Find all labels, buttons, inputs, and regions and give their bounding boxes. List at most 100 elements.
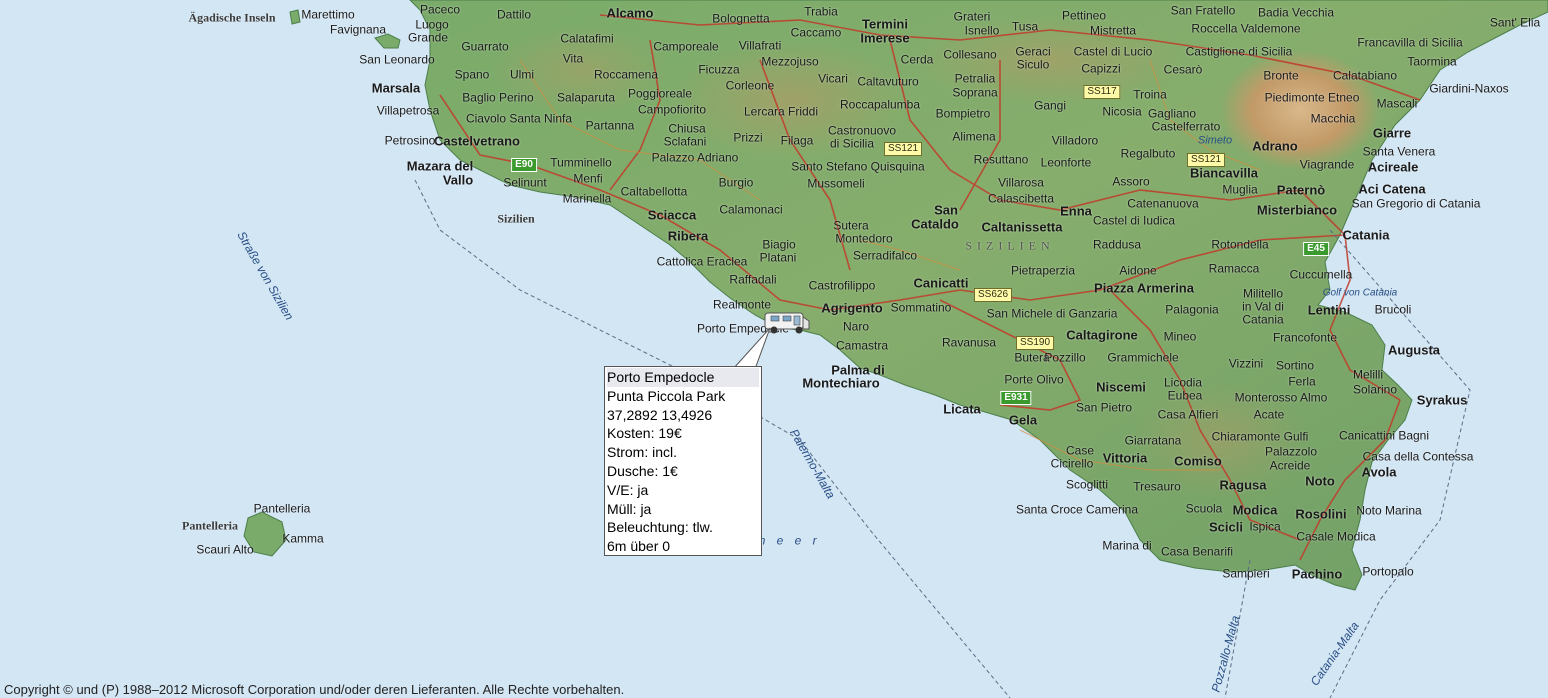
town-label: Pietraperzia — [1010, 263, 1076, 278]
town-label: Cattolica Eraclea — [656, 254, 748, 269]
road-shield: SS121 — [883, 142, 923, 156]
town-label: Montedoro — [835, 231, 893, 246]
town-label: Vizzini — [1228, 356, 1264, 371]
town-label: Spano — [454, 67, 490, 82]
city-label: Pachino — [1291, 566, 1343, 582]
town-label: Castelferrato — [1151, 119, 1221, 134]
town-label: Bronte — [1263, 68, 1299, 83]
island-label-aegadian: Ägadische Inseln — [188, 10, 276, 25]
town-label: Castel di Lucio — [1073, 44, 1153, 59]
town-label: Eubea — [1167, 388, 1203, 403]
town-label: Grande — [407, 30, 449, 45]
town-label: Melilli — [1353, 367, 1383, 382]
town-label: Prizzi — [733, 130, 763, 145]
town-label: Poggioreale — [627, 86, 693, 101]
marettimo-island — [289, 9, 301, 25]
town-label: Casale Modica — [1296, 529, 1376, 544]
town-label: Catenanuova — [1127, 196, 1199, 211]
town-label: Roccamena — [593, 67, 659, 82]
city-label: Mazara del — [406, 158, 474, 174]
city-label: Comiso — [1174, 453, 1222, 469]
town-label: Solarino — [1352, 382, 1398, 397]
town-label: Monterosso Almo — [1234, 390, 1328, 405]
city-label: Lentini — [1307, 302, 1351, 318]
popup-line: 6m über 0 — [607, 538, 671, 555]
town-label: Grateri — [953, 9, 991, 24]
city-label: Ragusa — [1219, 477, 1267, 493]
town-label: San Pietro — [1075, 400, 1133, 415]
city-label: Vallo — [442, 172, 474, 188]
town-label: Regalbuto — [1120, 146, 1176, 161]
city-label: Alcamo — [606, 5, 654, 21]
town-label: Mineo — [1163, 329, 1197, 344]
town-label: Castiglione di Sicilia — [1185, 44, 1293, 59]
town-label: Calatabiano — [1332, 68, 1398, 83]
city-label: Imerese — [860, 30, 910, 46]
town-label: Roccella Valdemone — [1191, 21, 1301, 36]
town-label: Brucoli — [1374, 302, 1412, 317]
town-label: Raffadali — [729, 272, 777, 287]
town-label: Santa Venera — [1362, 144, 1436, 159]
town-label: Palazzo Adriano — [651, 150, 739, 165]
copyright-notice: Copyright © und (P) 1988–2012 Microsoft … — [4, 682, 625, 697]
town-label: Rotondella — [1211, 237, 1269, 252]
town-label: Chiaramonte Gulfi — [1211, 429, 1309, 444]
town-label: Selinunt — [503, 175, 547, 190]
sea-label-meer: m e e r — [755, 533, 821, 548]
city-label: Modica — [1232, 502, 1278, 518]
city-label: Caltagirone — [1066, 327, 1138, 343]
town-label: Bolognetta — [712, 11, 770, 26]
town-label: Mezzojuso — [761, 54, 819, 69]
city-label: Marsala — [371, 80, 421, 96]
town-label: Palagonia — [1165, 302, 1219, 317]
town-label: Campofiorito — [637, 102, 707, 117]
town-label: Villapetrosa — [376, 103, 440, 118]
city-label: Caltanissetta — [981, 219, 1063, 235]
town-label: Siculo — [1016, 57, 1050, 72]
region-label: SIZILIEN — [965, 238, 1055, 253]
town-label: Tusa — [1011, 19, 1039, 34]
location-popup[interactable]: Porto Empedocle Punta Piccola Park 37,28… — [604, 366, 762, 556]
island-label-sicily: Sizilien — [497, 211, 535, 226]
river-label-simeto: Simeto — [1197, 134, 1233, 147]
town-label: Ferla — [1288, 374, 1316, 389]
town-label: Cesarò — [1163, 62, 1203, 77]
town-label: Portopalo — [1362, 564, 1414, 579]
town-label: Sortino — [1275, 358, 1315, 373]
town-label: Alimena — [952, 129, 996, 144]
town-label: Gangi — [1033, 98, 1067, 113]
town-label: Collesano — [943, 47, 997, 62]
city-label: Paternò — [1276, 182, 1326, 198]
euro-route-shield: E45 — [1303, 242, 1329, 256]
road-shield: SS190 — [1015, 336, 1055, 350]
town-label: Nicosia — [1102, 104, 1142, 119]
city-label: Avola — [1361, 464, 1397, 480]
town-label: Corleone — [725, 78, 775, 93]
town-label: di Sicilia — [829, 136, 875, 151]
popup-line: Punta Piccola Park — [607, 387, 726, 404]
town-label: Assoro — [1112, 174, 1150, 189]
town-label: Pantelleria — [253, 501, 311, 516]
town-label: Giardini-Naxos — [1429, 81, 1509, 96]
town-label: Menfi — [573, 171, 603, 186]
town-label: Canicattini Bagni — [1338, 428, 1430, 443]
town-label: Marettimo — [301, 7, 355, 22]
city-label: Catania — [1342, 227, 1390, 243]
city-label: Vittoria — [1102, 450, 1148, 466]
town-label: Francavilla di Sicilia — [1357, 35, 1463, 50]
town-label: Sommatino — [890, 300, 952, 315]
city-label: Syrakus — [1416, 392, 1468, 408]
city-label: Agrigento — [821, 300, 883, 316]
popup-pointer — [731, 327, 771, 370]
sea-label-gulf-catania: Golf von Catania — [1322, 287, 1398, 299]
town-label: Casa Alfieri — [1157, 407, 1219, 422]
town-label: Pettineo — [1061, 8, 1107, 23]
town-label: Scuola — [1185, 501, 1223, 516]
town-label: Francofonte — [1272, 330, 1338, 345]
city-label: Rosolini — [1295, 506, 1347, 522]
city-label: Gela — [1008, 412, 1038, 428]
town-label: Santo Stefano Quisquina — [791, 159, 925, 174]
town-label: Castel di Iudica — [1092, 213, 1176, 228]
town-label: Mistretta — [1089, 23, 1137, 38]
town-label: Mascali — [1376, 96, 1418, 111]
